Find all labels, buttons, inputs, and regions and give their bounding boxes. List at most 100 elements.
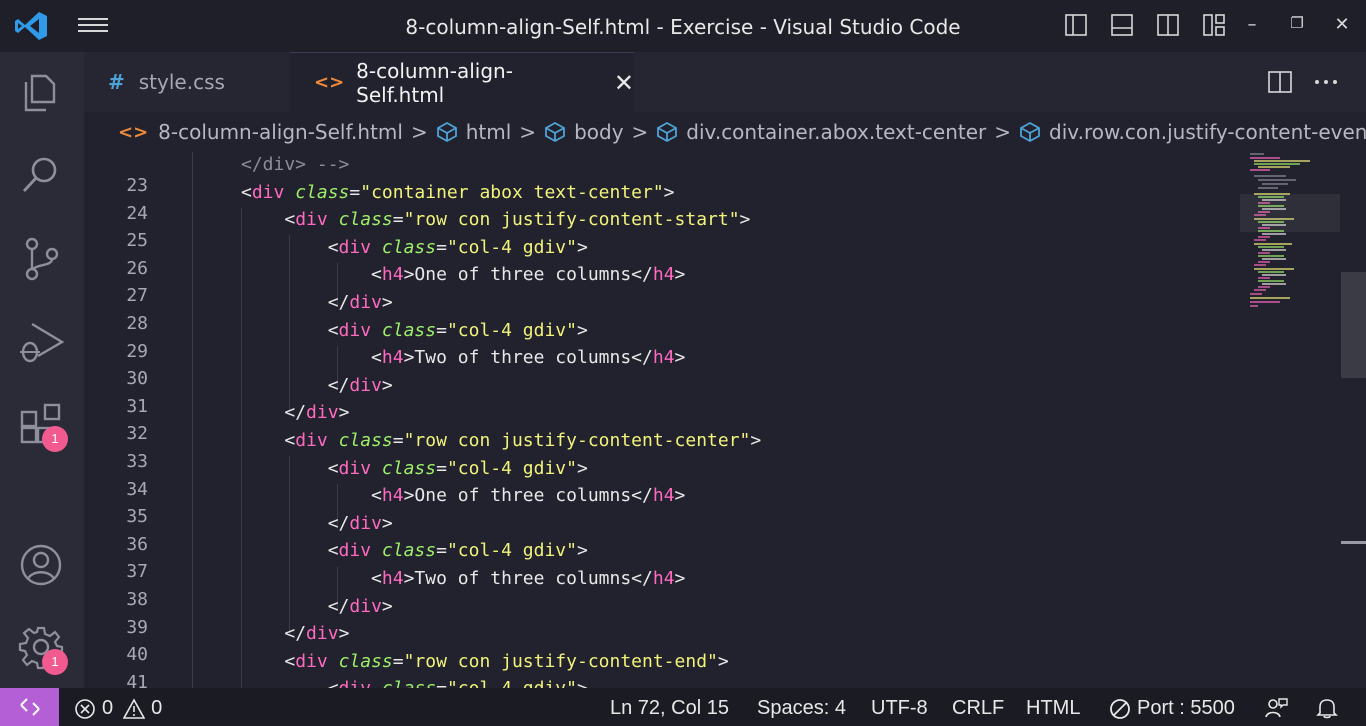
activity-bar: 1 1 [0,52,84,688]
code-text: </div> [327,292,393,313]
source-control-icon[interactable] [18,236,64,282]
breadcrumb: <> 8-column-align-Self.html > html > bod… [84,112,1366,152]
breadcrumb-div-container[interactable]: div.container.abox.text-center [656,120,986,144]
close-button[interactable]: ✕ [1330,14,1354,38]
minimap[interactable] [1240,152,1340,312]
html-file-icon: <> [118,121,149,143]
code-text: <div class="row con justify-content-cent… [284,430,762,451]
breadcrumb-separator: > [994,120,1012,144]
circle-slash-icon [1110,698,1130,719]
code-line: 35 <h4>One of three columns</h4> [84,485,1234,527]
code-line-partial: <div class="col-4 gdiv"> [84,678,1234,688]
code-line: 29 <div class="col-4 gdiv"> [84,319,1234,362]
code-line: 34 <div class="col-4 gdiv"> [84,457,1234,500]
code-text: </div> [327,512,393,534]
settings-badge: 1 [42,649,68,675]
minimap-viewport[interactable] [1240,194,1340,232]
warning-icon [123,697,146,719]
menu-icon[interactable] [78,14,108,38]
code-line: 26 <div class="col-4 gdiv"> [84,236,1234,279]
code-text: <div class="row con justify-content-star… [284,209,751,231]
encoding[interactable]: UTF-8 [871,697,928,720]
language-mode[interactable]: HTML [1026,697,1080,720]
code-text: </div> [284,402,350,424]
search-icon[interactable] [18,152,64,198]
code-line: 24 <div class="container abox text-cente… [84,181,1234,224]
minimize-button[interactable]: – [1240,14,1264,38]
warning-count: 0 [151,697,163,719]
extensions-badge: 1 [42,426,68,452]
code-line: 25 <div class="row con justify-content-s… [84,209,1234,251]
code-text: <h4>Two of three columns</h4> [371,568,686,589]
code-line: 23 </div> --> [84,154,1234,196]
vertical-scrollbar[interactable] [1341,272,1366,378]
code-text: </div> [284,623,350,645]
indentation[interactable]: Spaces: 4 [757,697,846,720]
vscode-logo-icon [15,12,47,40]
code-line: 31 </div> [84,374,1234,417]
symbol-element-icon [1020,121,1040,143]
restore-button[interactable]: ❐ [1285,14,1309,38]
code-line: 27 <h4>One of three columns</h4> [84,264,1234,306]
code-text: <div class="col-4 gdiv"> [327,319,588,341]
code-text: <div class="row con justify-content-end"… [284,650,729,672]
code-text: <div class="container abox text-center"> [241,181,675,203]
toggle-primary-sidebar-icon[interactable] [1064,13,1088,37]
code-text: <div class="col-4 gdiv"> [327,540,588,562]
run-debug-icon[interactable] [18,320,65,366]
symbol-element-icon [657,121,678,143]
scrollbar-cursor-marker [1341,541,1366,544]
code-text: <h4>Two of three columns</h4> [371,347,686,369]
symbol-element-icon [545,121,565,143]
breadcrumb-div-row[interactable]: div.row.con.justify-content-evenly [1019,120,1366,144]
end-of-line[interactable]: CRLF [952,697,1004,720]
code-editor[interactable]: 23 </div> --> 24 <div class="container a… [84,152,1366,688]
status-bar: 0 0 Ln 72, Col 15 Spaces: 4 UTF-8 CRLF H… [0,688,1366,726]
code-line: 36 </div> [84,512,1234,555]
code-text: </div> [327,595,393,617]
code-text: <div class="col-4 gdiv"> [327,457,588,479]
tab-label: 8-column-align-Self.html [356,58,513,107]
notifications-bell-icon[interactable] [1316,697,1338,719]
error-count: 0 [102,697,114,719]
code-text: <div class="col-4 gdiv"> [327,236,588,258]
live-server-port[interactable]: Port : 5500 [1109,697,1235,720]
code-line: 37 <div class="col-4 gdiv"> [84,540,1234,582]
css-file-icon: # [108,70,125,94]
title-bar: 8-column-align-Self.html - Exercise - Vi… [0,0,1366,52]
remote-indicator[interactable] [0,688,59,726]
accounts-icon[interactable] [18,542,64,588]
cursor-position[interactable]: Ln 72, Col 15 [610,697,729,720]
breadcrumb-file[interactable]: <> 8-column-align-Self.html [118,120,403,144]
code-text: <div class="col-4 gdiv"> [241,678,588,688]
code-line: 28 </div> [84,292,1234,334]
toggle-secondary-sidebar-icon[interactable] [1156,13,1180,37]
problems-indicator[interactable]: 0 0 [74,697,162,720]
breadcrumb-body[interactable]: body [544,120,624,144]
code-line: 41 <div class="row con justify-content-e… [84,650,1234,688]
breadcrumb-separator: > [631,120,649,144]
tab-label: style.css [138,70,225,94]
more-actions-icon[interactable] [1314,70,1338,94]
symbol-element-icon [436,121,457,143]
html-file-icon: <> [314,72,345,93]
feedback-icon[interactable] [1264,697,1288,719]
explorer-icon[interactable] [18,68,64,114]
code-line: 32 </div> [84,402,1234,444]
breadcrumb-separator: > [519,120,537,144]
toggle-panel-icon[interactable] [1110,13,1134,37]
code-text: <h4>One of three columns</h4> [371,485,686,507]
tab-8-column-align-self-html[interactable]: <> 8-column-align-Self.html ✕ [290,52,634,112]
code-line: 38 <h4>Two of three columns</h4> [84,568,1234,610]
breadcrumb-html[interactable]: html [436,120,511,144]
code-line: 40 </div> [84,623,1234,665]
code-line: 39 </div> [84,595,1234,638]
tab-close-icon[interactable]: ✕ [614,69,634,97]
tab-style-css[interactable]: # style.css [84,52,290,112]
code-text: </div> [327,374,393,396]
remote-icon [19,698,40,716]
split-editor-icon[interactable] [1268,70,1292,94]
customize-layout-icon[interactable] [1202,13,1226,37]
editor-tabs: # style.css <> 8-column-align-Self.html … [84,52,1366,112]
code-line: 33 <div class="row con justify-content-c… [84,430,1234,472]
